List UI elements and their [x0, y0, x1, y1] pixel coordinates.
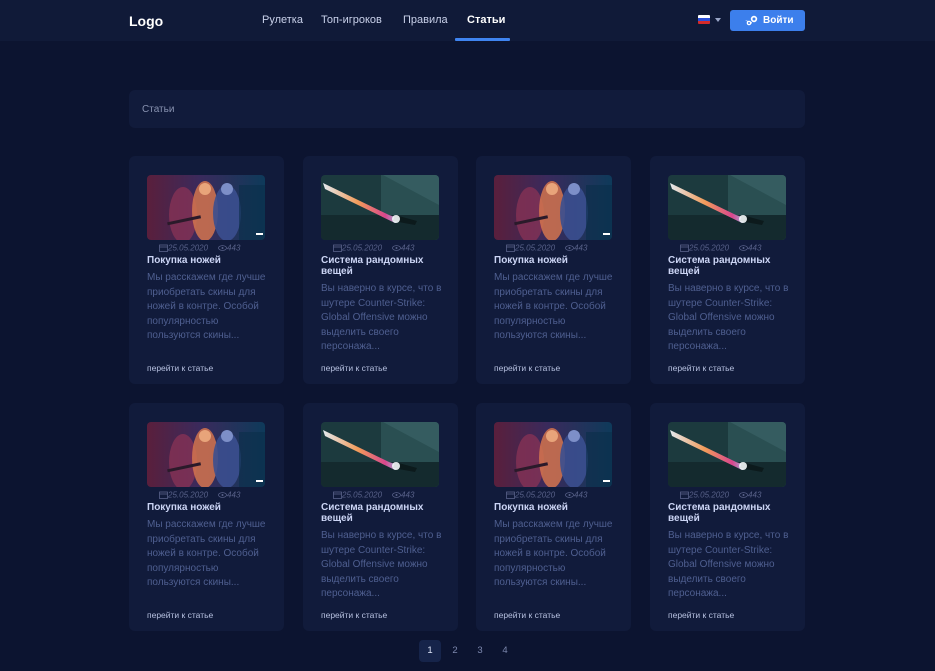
knife-players-image[interactable]: [147, 422, 265, 487]
eye-icon: [565, 490, 574, 499]
nav-item-top-players[interactable]: Топ-игроков: [321, 14, 382, 26]
calendar-icon: [680, 243, 689, 252]
page-button-1[interactable]: 1: [419, 640, 441, 662]
article-title[interactable]: Покупка ножей: [147, 502, 267, 513]
article-views: 443: [401, 243, 415, 253]
article-description: Вы наверно в курсе, что в шутере Counter…: [321, 283, 442, 353]
article-meta: 25.05.2020 443: [680, 243, 761, 252]
eye-icon: [739, 490, 748, 499]
article-description: Вы наверно в курсе, что в шутере Counter…: [668, 530, 789, 600]
article-meta: 25.05.2020 443: [333, 490, 414, 499]
article-date: 25.05.2020: [515, 490, 556, 500]
article-card[interactable]: 25.05.2020 443 Система рандомных вещей Вы н…: [650, 156, 805, 384]
read-article-link[interactable]: перейти к статье: [668, 610, 734, 620]
read-article-link[interactable]: перейти к статье: [668, 363, 734, 373]
calendar-icon: [506, 243, 515, 252]
calendar-icon: [680, 490, 689, 499]
login-button-label: Войти: [763, 15, 794, 26]
article-card[interactable]: 25.05.2020 443 Покупка ножей Мы расскажем г…: [476, 403, 631, 631]
article-card[interactable]: 25.05.2020 443 Система рандомных вещей Вы н…: [650, 403, 805, 631]
article-title[interactable]: Покупка ножей: [494, 255, 614, 266]
article-description: Вы наверно в курсе, что в шутере Counter…: [321, 530, 442, 600]
knife-players-image[interactable]: [494, 175, 612, 240]
article-description: Мы расскажем где лучше приобретать скины…: [494, 519, 613, 589]
article-card[interactable]: 25.05.2020 443 Система рандомных вещей Вы н…: [303, 156, 458, 384]
article-meta: 25.05.2020 443: [506, 490, 587, 499]
article-views: 443: [748, 490, 762, 500]
page-button-3[interactable]: 3: [469, 640, 491, 662]
steam-icon: [745, 15, 758, 26]
caret-down-icon: [715, 18, 721, 22]
read-article-link[interactable]: перейти к статье: [494, 363, 560, 373]
knife-closeup-image[interactable]: [321, 175, 439, 240]
page-button-4[interactable]: 4: [494, 640, 516, 662]
article-date: 25.05.2020: [689, 490, 730, 500]
eye-icon: [565, 243, 574, 252]
article-title[interactable]: Покупка ножей: [147, 255, 267, 266]
top-header: Logo Рулетка Топ-игроков Правила Статьи …: [0, 0, 935, 41]
knife-closeup-image[interactable]: [668, 175, 786, 240]
article-description: Мы расскажем где лучше приобретать скины…: [494, 272, 613, 342]
calendar-icon: [506, 490, 515, 499]
article-views: 443: [748, 243, 762, 253]
knife-closeup-image[interactable]: [668, 422, 786, 487]
article-date: 25.05.2020: [342, 243, 383, 253]
article-meta: 25.05.2020 443: [159, 243, 240, 252]
article-meta: 25.05.2020 443: [333, 243, 414, 252]
article-views: 443: [227, 243, 241, 253]
article-views: 443: [227, 490, 241, 500]
russian-flag-icon: [698, 15, 710, 24]
knife-players-image[interactable]: [494, 422, 612, 487]
article-meta: 25.05.2020 443: [159, 490, 240, 499]
page-button-2[interactable]: 2: [444, 640, 466, 662]
read-article-link[interactable]: перейти к статье: [321, 363, 387, 373]
breadcrumb: Статьи: [129, 90, 805, 128]
article-date: 25.05.2020: [689, 243, 730, 253]
article-views: 443: [574, 243, 588, 253]
nav-item-roulette[interactable]: Рулетка: [262, 14, 303, 26]
logo[interactable]: Logo: [129, 13, 163, 29]
nav-item-articles[interactable]: Статьи: [467, 14, 505, 26]
language-selector[interactable]: [698, 15, 724, 26]
nav-item-rules[interactable]: Правила: [403, 14, 448, 26]
article-card[interactable]: 25.05.2020 443 Покупка ножей Мы расскажем г…: [476, 156, 631, 384]
calendar-icon: [159, 490, 168, 499]
active-tab-underline: [455, 38, 510, 41]
article-date: 25.05.2020: [168, 243, 209, 253]
calendar-icon: [333, 490, 342, 499]
article-date: 25.05.2020: [515, 243, 556, 253]
eye-icon: [218, 243, 227, 252]
article-card[interactable]: 25.05.2020 443 Покупка ножей Мы расскажем г…: [129, 403, 284, 631]
article-card[interactable]: 25.05.2020 443 Система рандомных вещей Вы н…: [303, 403, 458, 631]
article-title[interactable]: Система рандомных вещей: [321, 255, 441, 277]
article-card[interactable]: 25.05.2020 443 Покупка ножей Мы расскажем г…: [129, 156, 284, 384]
article-description: Вы наверно в курсе, что в шутере Counter…: [668, 283, 789, 353]
article-meta: 25.05.2020 443: [680, 490, 761, 499]
article-meta: 25.05.2020 443: [506, 243, 587, 252]
eye-icon: [739, 243, 748, 252]
article-description: Мы расскажем где лучше приобретать скины…: [147, 519, 266, 589]
article-date: 25.05.2020: [168, 490, 209, 500]
calendar-icon: [333, 243, 342, 252]
read-article-link[interactable]: перейти к статье: [494, 610, 560, 620]
eye-icon: [392, 490, 401, 499]
eye-icon: [218, 490, 227, 499]
read-article-link[interactable]: перейти к статье: [147, 610, 213, 620]
read-article-link[interactable]: перейти к статье: [147, 363, 213, 373]
article-description: Мы расскажем где лучше приобретать скины…: [147, 272, 266, 342]
read-article-link[interactable]: перейти к статье: [321, 610, 387, 620]
calendar-icon: [159, 243, 168, 252]
article-title[interactable]: Система рандомных вещей: [668, 502, 788, 524]
article-title[interactable]: Система рандомных вещей: [321, 502, 441, 524]
article-views: 443: [401, 490, 415, 500]
knife-closeup-image[interactable]: [321, 422, 439, 487]
knife-players-image[interactable]: [147, 175, 265, 240]
eye-icon: [392, 243, 401, 252]
article-title[interactable]: Система рандомных вещей: [668, 255, 788, 277]
article-views: 443: [574, 490, 588, 500]
login-button[interactable]: Войти: [730, 10, 805, 31]
article-date: 25.05.2020: [342, 490, 383, 500]
breadcrumb-label: Статьи: [142, 104, 175, 115]
article-title[interactable]: Покупка ножей: [494, 502, 614, 513]
